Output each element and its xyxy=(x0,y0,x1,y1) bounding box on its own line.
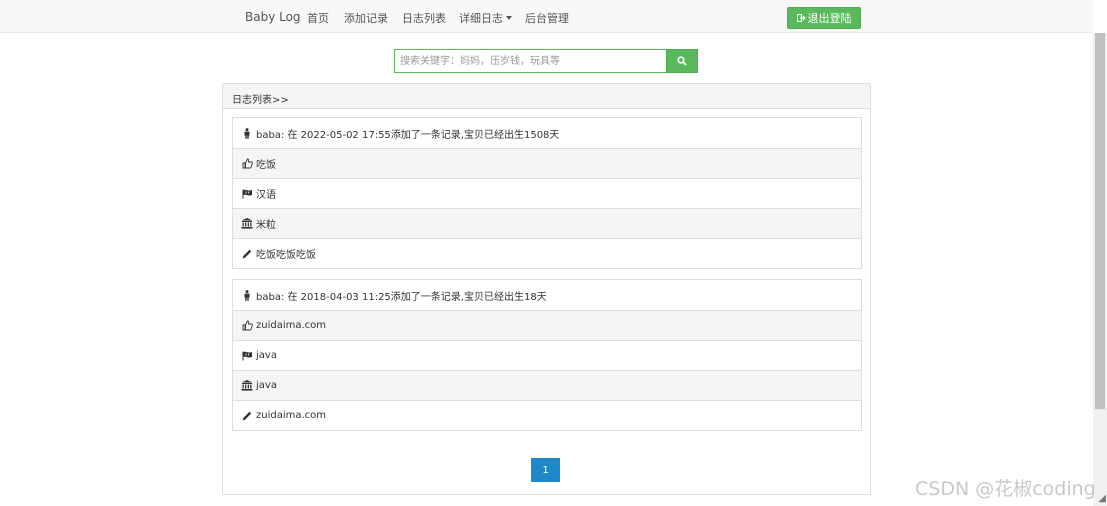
log-entry-header-text: baba: 在 2022-05-02 17:55添加了一条记录,宝贝已经出生15… xyxy=(256,129,560,141)
male-user-icon xyxy=(241,289,253,301)
pencil-icon xyxy=(241,248,253,260)
search-button[interactable] xyxy=(666,49,698,73)
logout-button[interactable]: 退出登陆 xyxy=(787,7,861,29)
search-icon xyxy=(677,56,687,66)
logout-label: 退出登陆 xyxy=(807,12,852,25)
log-entry: baba: 在 2022-05-02 17:55添加了一条记录,宝贝已经出生15… xyxy=(232,117,862,269)
male-user-icon xyxy=(241,127,253,139)
bank-icon xyxy=(241,380,253,392)
pagination-page-1[interactable]: 1 xyxy=(531,458,560,482)
list-item: 汉语 xyxy=(233,178,861,208)
list-item: zuidaima.com xyxy=(233,310,861,340)
search-input[interactable] xyxy=(394,49,667,73)
list-item: java xyxy=(233,340,861,370)
log-entry-header-text: baba: 在 2018-04-03 11:25添加了一条记录,宝贝已经出生18… xyxy=(256,291,547,303)
list-item-text: zuidaima.com xyxy=(256,410,327,421)
thumbs-up-icon xyxy=(241,158,253,170)
list-item: zuidaima.com xyxy=(233,400,861,430)
nav-item-log-list[interactable]: 日志列表 xyxy=(402,10,446,26)
bank-icon xyxy=(241,218,253,230)
list-item-text: java xyxy=(256,380,277,391)
list-item: 吃饭吃饭吃饭 xyxy=(233,238,861,268)
scrollbar-thumb[interactable] xyxy=(1095,33,1105,409)
log-entry-header: baba: 在 2018-04-03 11:25添加了一条记录,宝贝已经出生18… xyxy=(233,280,861,310)
sign-out-icon xyxy=(796,14,806,22)
log-entry: baba: 在 2018-04-03 11:25添加了一条记录,宝贝已经出生18… xyxy=(232,279,862,431)
page: Baby Log 首页 添加记录 日志列表 详细日志 后台管理 退出登陆 日志列… xyxy=(0,0,1107,506)
resize-grip-icon: ◢ xyxy=(1098,493,1106,504)
list-item-text: java xyxy=(256,350,277,361)
thumbs-up-icon xyxy=(241,320,253,332)
list-item-text: 吃饭 xyxy=(256,160,276,171)
pencil-icon xyxy=(241,410,253,422)
nav-item-home[interactable]: 首页 xyxy=(307,10,329,26)
list-item: java xyxy=(233,370,861,400)
nav-item-admin[interactable]: 后台管理 xyxy=(525,10,569,26)
list-item: 吃饭 xyxy=(233,148,861,178)
list-item-text: 吃饭吃饭吃饭 xyxy=(256,250,316,261)
flag-icon xyxy=(241,188,253,200)
list-item-text: zuidaima.com xyxy=(256,320,327,331)
nav-item-detail-log-label: 详细日志 xyxy=(459,12,503,25)
watermark: CSDN @花椒coding xyxy=(915,478,1096,500)
scrollbar[interactable]: ◢ xyxy=(1093,33,1107,506)
log-entry-header: baba: 在 2022-05-02 17:55添加了一条记录,宝贝已经出生15… xyxy=(233,118,861,148)
list-item: 米粒 xyxy=(233,208,861,238)
nav-item-detail-log-dropdown[interactable]: 详细日志 xyxy=(459,10,512,26)
list-item-text: 汉语 xyxy=(256,190,276,201)
caret-down-icon xyxy=(506,16,512,20)
nav-item-add-record[interactable]: 添加记录 xyxy=(344,10,388,26)
navbar: Baby Log 首页 添加记录 日志列表 详细日志 后台管理 退出登陆 xyxy=(0,0,1093,33)
list-item-text: 米粒 xyxy=(256,220,276,231)
flag-icon xyxy=(241,350,253,362)
brand-link[interactable]: Baby Log xyxy=(245,10,301,24)
panel-heading: 日志列表>> xyxy=(223,84,870,109)
log-list-panel: 日志列表>> baba: 在 2022-05-02 17:55添加了一条记录,宝… xyxy=(222,83,871,495)
